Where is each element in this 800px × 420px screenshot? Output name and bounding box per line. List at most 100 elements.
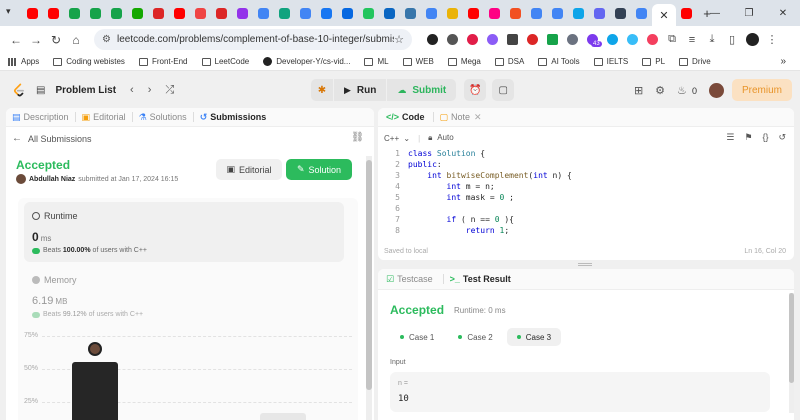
- browser-tab[interactable]: [148, 3, 168, 23]
- download-icon[interactable]: ⤓: [702, 30, 722, 50]
- browser-tab[interactable]: [421, 3, 441, 23]
- premium-button[interactable]: Premium: [731, 79, 792, 101]
- user-avatar[interactable]: [708, 82, 724, 98]
- reading-list-icon[interactable]: ≡: [682, 30, 702, 50]
- browser-tab[interactable]: [211, 3, 231, 23]
- browser-tab[interactable]: [190, 3, 210, 23]
- reload-button[interactable]: ↻: [46, 33, 66, 47]
- browser-tab[interactable]: [547, 3, 567, 23]
- memory-label[interactable]: Memory: [32, 275, 77, 285]
- runtime-box[interactable]: Runtime 0 ms Beats 100.00% of users with …: [24, 202, 344, 262]
- browser-tab[interactable]: [127, 3, 147, 23]
- forward-button[interactable]: →: [26, 33, 46, 47]
- profile-avatar[interactable]: [742, 30, 762, 50]
- debug-button[interactable]: ✱: [311, 79, 333, 101]
- bookmark-item[interactable]: Front-End: [138, 57, 188, 66]
- solution-button[interactable]: ✎ Solution: [286, 159, 352, 180]
- browser-tab[interactable]: [22, 3, 42, 23]
- browser-tab[interactable]: [316, 3, 336, 23]
- browser-tab[interactable]: [85, 3, 105, 23]
- browser-tab[interactable]: [169, 3, 189, 23]
- back-button[interactable]: ←: [6, 33, 26, 47]
- extensions-puzzle-icon[interactable]: ⧉: [662, 30, 682, 50]
- bookmark-item[interactable]: DSA: [494, 57, 524, 66]
- bookmark-star-icon[interactable]: ☆: [394, 33, 404, 46]
- active-tab[interactable]: ✕: [652, 4, 676, 26]
- side-panel-icon[interactable]: ▯: [722, 30, 742, 50]
- notes-button[interactable]: ▢: [492, 79, 515, 101]
- extension-icon[interactable]: [522, 30, 542, 50]
- test-panel-scrollbar[interactable]: [789, 293, 794, 413]
- bookmark-item[interactable]: Apps: [8, 57, 39, 66]
- browser-tab[interactable]: [400, 3, 420, 23]
- extension-icon[interactable]: [422, 30, 442, 50]
- browser-tab[interactable]: [232, 3, 252, 23]
- browser-tab[interactable]: [610, 3, 630, 23]
- layout-grid-icon[interactable]: ⊞: [634, 84, 643, 97]
- browser-tab[interactable]: [484, 3, 504, 23]
- browser-tab[interactable]: [526, 3, 546, 23]
- browser-tab[interactable]: [274, 3, 294, 23]
- extension-icon[interactable]: [482, 30, 502, 50]
- bookmark-item[interactable]: PL: [642, 57, 665, 66]
- browser-tab[interactable]: [253, 3, 273, 23]
- extension-icon[interactable]: [462, 30, 482, 50]
- case-tab-2[interactable]: Case 2: [448, 328, 502, 346]
- home-button[interactable]: ⌂: [66, 33, 86, 47]
- browser-tab[interactable]: [568, 3, 588, 23]
- tab-testcase[interactable]: ☑ Testcase: [386, 274, 433, 285]
- submit-button[interactable]: ☁ Submit: [387, 79, 457, 101]
- timer-button[interactable]: ⏰: [464, 79, 487, 101]
- browser-tab[interactable]: [505, 3, 525, 23]
- settings-gear-icon[interactable]: ⚙: [655, 84, 665, 97]
- bookmarks-overflow-button[interactable]: »: [780, 56, 786, 67]
- browser-tab[interactable]: [676, 3, 696, 23]
- browser-tab[interactable]: [631, 3, 651, 23]
- browser-tab[interactable]: [358, 3, 378, 23]
- tab-submissions[interactable]: ↺ Submissions: [200, 112, 267, 123]
- leetcode-logo-icon[interactable]: [12, 83, 26, 97]
- reset-icon[interactable]: ↺: [778, 132, 786, 143]
- format-icon[interactable]: ☰: [726, 132, 734, 143]
- browser-tab[interactable]: [337, 3, 357, 23]
- bookmark-item[interactable]: LeetCode: [201, 57, 249, 66]
- case-tab-3[interactable]: Case 3: [506, 328, 562, 346]
- bookmark-icon[interactable]: ⚑: [744, 132, 752, 143]
- share-link-icon[interactable]: ⛓: [351, 132, 364, 143]
- browser-tab[interactable]: [64, 3, 84, 23]
- tab-test-result[interactable]: >_ Test Result: [450, 274, 511, 284]
- bookmark-item[interactable]: Developer-Y/cs-vid...: [263, 57, 350, 66]
- extension-icon[interactable]: [602, 30, 622, 50]
- tab-note[interactable]: ▢ Note ✕: [440, 112, 482, 123]
- bookmark-item[interactable]: AI Tools: [538, 57, 580, 66]
- browser-tab[interactable]: [106, 3, 126, 23]
- tab-description[interactable]: ▤ Description: [12, 112, 69, 123]
- scrollbar-thumb[interactable]: [366, 160, 372, 390]
- browser-tab[interactable]: [295, 3, 315, 23]
- bookmark-item[interactable]: Mega: [447, 57, 481, 66]
- author-avatar[interactable]: [16, 174, 26, 184]
- panel-resize-handle[interactable]: [578, 263, 592, 266]
- scrollbar-thumb[interactable]: [789, 293, 794, 383]
- bookmark-item[interactable]: Coding webistes: [53, 57, 125, 66]
- address-bar[interactable]: ⚙ leetcode.com/problems/complement-of-ba…: [94, 29, 412, 50]
- problem-list-title[interactable]: Problem List: [55, 85, 116, 96]
- extension-icon[interactable]: [642, 30, 662, 50]
- left-panel-scrollbar[interactable]: [366, 156, 372, 420]
- problem-list-icon[interactable]: ▤: [36, 85, 45, 96]
- tab-search-icon[interactable]: ▾: [6, 6, 11, 17]
- restore-button[interactable]: ❐: [732, 8, 766, 19]
- extension-badge-icon[interactable]: 43: [582, 30, 602, 50]
- site-info-icon[interactable]: ⚙: [102, 34, 111, 45]
- braces-icon[interactable]: {}: [762, 132, 768, 143]
- extension-icon[interactable]: [622, 30, 642, 50]
- browser-tab[interactable]: [463, 3, 483, 23]
- auto-mode-toggle[interactable]: 🔒︎ Auto: [428, 133, 454, 143]
- browser-tab[interactable]: [43, 3, 63, 23]
- case-tab-1[interactable]: Case 1: [390, 328, 444, 346]
- shuffle-icon[interactable]: ⤮: [165, 84, 174, 97]
- bookmark-item[interactable]: WEB: [402, 57, 434, 66]
- bookmark-item[interactable]: ML: [364, 57, 389, 66]
- prev-problem-icon[interactable]: ‹: [130, 84, 134, 96]
- author-name[interactable]: Abdullah Niaz: [29, 176, 75, 183]
